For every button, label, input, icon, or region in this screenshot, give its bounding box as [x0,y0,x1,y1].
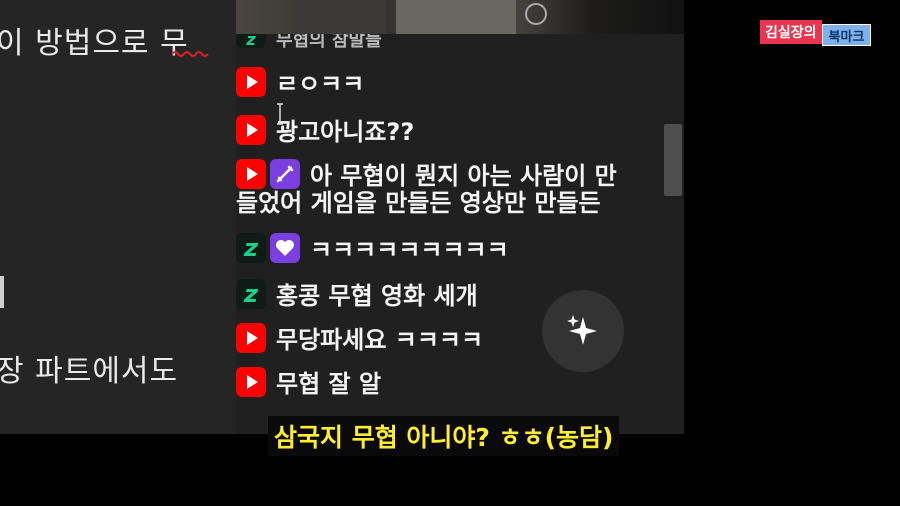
left-text-line-2: 장 파트에서도 [0,354,179,389]
youtube-icon [236,66,266,97]
chat-message-text: ㅋㅋㅋㅋㅋㅋㅋㅋㅋ [310,236,509,264]
chat-message[interactable]: ㄹㅇㅋㅋ [236,64,364,99]
video-frame-image [296,0,547,34]
heart-icon [270,232,300,263]
z-icon: z [236,278,266,309]
left-text-line-1: 이 방법으로 무 [0,26,189,61]
youtube-icon [236,114,266,145]
i-beam-cursor-icon [277,103,283,125]
left-editor-pane: 이 방법으로 무 장 파트에서도 [0,0,236,434]
sparkle-icon [567,315,597,345]
chat-message[interactable]: z ㅋㅋㅋㅋㅋㅋㅋㅋㅋ [236,230,509,265]
chat-message[interactable]: 무당파세요 ㅋㅋㅋㅋ [236,320,483,355]
z-icon: z [236,232,266,263]
chat-message-continuation: 들었어 게임을 만들든 영상만 만들든 [236,189,601,217]
chat-message[interactable]: 무협 잘 알 [236,364,381,399]
video-preview-strip [236,0,684,34]
youtube-icon [236,366,266,397]
chat-scrollbar[interactable] [662,34,684,434]
chat-message-text: 홍콩 무협 영화 세개 [276,282,478,310]
chat-message[interactable]: z 홍콩 무협 영화 세개 [236,276,478,311]
text-caret [0,276,4,308]
chat-message[interactable]: 아 무협이 뭔지 아는 사람이 만 [236,156,617,191]
chat-message-partial: z 무협의 참말들 [236,34,382,52]
channel-logo: 김실장의 북마크 [760,18,884,46]
youtube-icon [236,158,266,189]
chat-message-text: 무협의 참말들 [276,34,382,51]
z-icon: z [236,34,266,49]
logo-part-1: 김실장의 [760,20,822,44]
chat-message-text: 무협 잘 알 [276,370,382,398]
youtube-icon [236,322,266,353]
logo-part-2: 북마크 [821,24,872,46]
ai-sparkle-button[interactable] [542,290,624,372]
spellcheck-squiggle [172,51,209,57]
live-chat-panel[interactable]: z 무협의 참말들 ㄹㅇㅋㅋ 광고아니죠?? 아 무협이 뭔지 아는 사람이 만… [236,34,684,434]
chat-message[interactable]: 광고아니죠?? [236,112,414,147]
chat-message-text: 광고아니죠?? [276,118,415,146]
sword-icon [270,158,300,189]
chat-message-text: 무당파세요 ㅋㅋㅋㅋ [276,326,484,354]
video-subtitle: 삼국지 무협 아니야? ㅎㅎ(농담) [268,416,620,456]
chat-scrollbar-thumb[interactable] [664,124,682,196]
chat-message-text: ㄹㅇㅋㅋ [276,70,365,98]
chat-message-text: 아 무협이 뭔지 아는 사람이 만 [310,162,617,190]
